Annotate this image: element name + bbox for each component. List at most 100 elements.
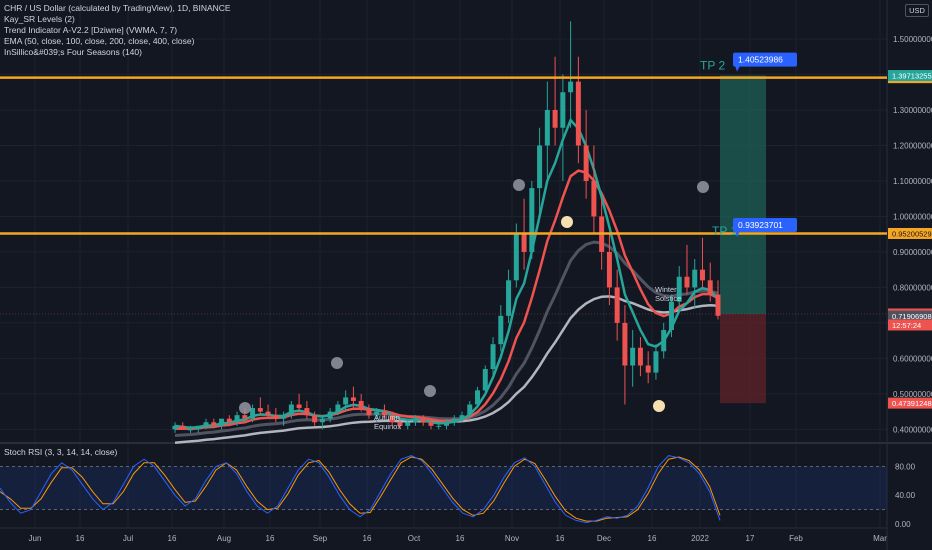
time-tick-label: 2022 — [691, 534, 709, 543]
candle-body — [568, 81, 574, 93]
rsi-tick-label: 0.00 — [895, 520, 911, 529]
time-tick-label: Aug — [217, 534, 231, 543]
season-label-line2: Solstice — [655, 294, 681, 303]
candle-body — [296, 404, 302, 409]
target-zone — [720, 75, 766, 314]
time-tick-label: 16 — [556, 534, 565, 543]
season-label-line2: Equinox — [374, 422, 401, 431]
candle-body — [312, 415, 318, 423]
candle-body — [319, 418, 325, 423]
countdown-label: 12:57:24 — [892, 321, 921, 330]
candle-body — [257, 408, 263, 412]
time-tick-label: Oct — [408, 534, 421, 543]
candle-body — [420, 418, 426, 423]
candle-body — [699, 269, 705, 281]
time-tick-label: Sep — [313, 534, 328, 543]
candle-body — [661, 330, 667, 352]
season-label-line1: Autumn — [374, 413, 400, 422]
price-tick-label: 1.00000000 — [893, 212, 932, 221]
candle-body — [219, 418, 225, 426]
candle-body — [475, 390, 481, 405]
candle-body — [451, 418, 457, 423]
indicator-four-seasons[interactable]: InSillico&#039;s Four Seasons (140) — [4, 47, 231, 58]
time-tick-label: 16 — [266, 534, 275, 543]
indicator-kay-sr[interactable]: Kay_SR Levels (2) — [4, 14, 231, 25]
candle-body — [188, 429, 194, 431]
candle-body — [537, 145, 543, 189]
candle-body — [552, 110, 558, 128]
candle-body — [529, 188, 535, 252]
time-tick-label: Dec — [597, 534, 611, 543]
candle-body — [350, 397, 356, 401]
candle-body — [645, 365, 651, 373]
candle-body — [482, 369, 488, 391]
rsi-band-fill — [0, 466, 887, 510]
candle-body — [281, 415, 287, 419]
time-tick-label: 16 — [648, 534, 657, 543]
candle-body — [288, 404, 294, 416]
price-tick-label: 1.50000000 — [893, 35, 932, 44]
candle-body — [467, 404, 473, 416]
stoch-rsi-label[interactable]: Stoch RSI (3, 3, 14, 14, close) — [4, 447, 117, 457]
candle-body — [226, 418, 232, 423]
candle-body — [490, 344, 496, 370]
candle-body — [521, 234, 527, 252]
indicator-trend[interactable]: Trend Indicator A-V2.2 [Dziwne] (VWMA, 7… — [4, 25, 231, 36]
sr-price-label: 0.95200529 — [892, 229, 932, 238]
time-tick-label: Nov — [505, 534, 519, 543]
tp-callout-value: 0.93923701 — [738, 220, 783, 230]
candle-body — [405, 422, 411, 426]
time-tick-label: 16 — [76, 534, 85, 543]
chart-canvas[interactable]: 1.391139230.95200529 TP 10.93923701TP 21… — [0, 0, 932, 550]
candle-body — [436, 425, 442, 427]
candle-body — [412, 418, 418, 423]
candle-body — [668, 301, 674, 330]
candle-body — [498, 315, 504, 345]
candle-body — [273, 415, 279, 419]
candle-body — [265, 411, 271, 416]
indicator-ema[interactable]: EMA (50, close, 100, close, 200, close, … — [4, 36, 231, 47]
candle-body — [544, 110, 550, 146]
price-tick-label: 1.20000000 — [893, 141, 932, 150]
candle-body — [575, 81, 581, 146]
candle-body — [591, 180, 597, 217]
candle-body — [560, 92, 566, 128]
candle-body — [637, 347, 643, 366]
candle-body — [715, 294, 721, 316]
candle-body — [234, 415, 240, 423]
moon-marker — [424, 385, 436, 397]
candle-body — [583, 145, 589, 181]
candle-body — [692, 269, 698, 288]
price-tick-label: 1.30000000 — [893, 106, 932, 115]
price-tick-label: 0.80000000 — [893, 283, 932, 292]
candle-body — [630, 347, 636, 366]
time-tick-label: Jun — [29, 534, 42, 543]
candle-body — [211, 422, 217, 426]
candle-body — [172, 425, 178, 430]
price-tag-label: 1.39713255 — [892, 72, 932, 81]
price-tick-label: 1.10000000 — [893, 177, 932, 186]
moon-marker — [239, 402, 251, 414]
price-tick-label: 0.90000000 — [893, 248, 932, 257]
candle-body — [327, 411, 333, 419]
candle-body — [358, 400, 364, 409]
candle-body — [622, 322, 628, 366]
time-tick-label: 16 — [456, 534, 465, 543]
candle-body — [444, 422, 449, 426]
moon-marker-highlight — [561, 216, 573, 228]
time-tick-label: 16 — [363, 534, 372, 543]
symbol-title[interactable]: CHR / US Dollar (calculated by TradingVi… — [4, 3, 231, 14]
candle-body — [653, 351, 659, 373]
moon-marker — [513, 179, 525, 191]
rsi-tick-label: 80.00 — [895, 462, 916, 471]
moon-marker — [331, 357, 343, 369]
candle-body — [304, 408, 310, 416]
candle-body — [459, 415, 465, 419]
stop-zone — [720, 313, 766, 404]
candle-body — [513, 234, 519, 281]
currency-badge[interactable]: USD — [905, 4, 929, 17]
candle-body — [606, 251, 612, 288]
price-tick-label: 0.60000000 — [893, 354, 932, 363]
candle-body — [203, 422, 209, 426]
time-tick-label: 16 — [168, 534, 177, 543]
